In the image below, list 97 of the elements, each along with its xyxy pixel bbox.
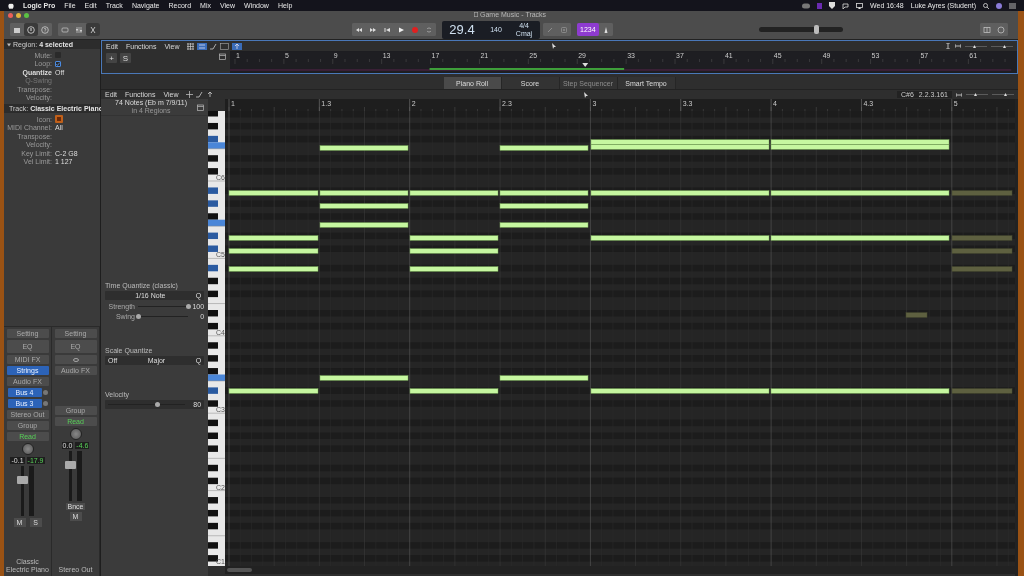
midi-note[interactable] — [770, 388, 950, 394]
midi-note[interactable] — [499, 190, 589, 196]
pointer-tool-icon[interactable] — [552, 43, 557, 49]
cycle-icon — [425, 25, 433, 34]
link-icon — [72, 357, 79, 362]
toolbar-icon — [61, 25, 69, 34]
link-button[interactable] — [54, 355, 97, 364]
midi-note[interactable] — [319, 190, 409, 196]
midi-note[interactable] — [319, 375, 409, 381]
fast-forward-icon — [369, 25, 377, 34]
master-volume-slider[interactable] — [758, 27, 843, 32]
midi-note[interactable] — [319, 203, 409, 209]
scissors-button[interactable] — [86, 23, 100, 36]
browser-icon — [997, 25, 1005, 34]
zoom-horizontal-icon[interactable] — [956, 91, 962, 98]
slider-thumb[interactable] — [813, 25, 819, 34]
record-icon — [411, 25, 419, 34]
chat-bubble-icon[interactable] — [842, 2, 849, 9]
midi-note[interactable] — [499, 145, 589, 151]
midi-note[interactable] — [319, 145, 409, 151]
midi-note[interactable] — [770, 139, 950, 145]
split-icon[interactable] — [186, 91, 194, 98]
midi-note[interactable] — [590, 144, 770, 150]
inspector-icon — [27, 25, 35, 34]
horizontal-zoom-slider-icon[interactable] — [992, 92, 1014, 97]
midi-note[interactable] — [228, 388, 319, 394]
piano-keyboard[interactable] — [208, 111, 226, 566]
help-icon — [41, 25, 49, 34]
midi-note[interactable] — [590, 388, 770, 394]
fader-thumb[interactable] — [17, 476, 28, 484]
document-icon — [474, 12, 478, 17]
midi-note[interactable] — [499, 222, 589, 228]
track-button[interactable]: S — [120, 53, 131, 63]
apple-icon[interactable] — [8, 2, 14, 9]
pointer-tool-icon[interactable] — [583, 91, 589, 98]
midi-note[interactable] — [228, 190, 319, 196]
midi-note[interactable] — [590, 139, 770, 145]
level-meter — [29, 466, 34, 516]
help-button[interactable] — [38, 23, 52, 36]
slider-thumb[interactable] — [136, 313, 141, 319]
search-icon[interactable] — [983, 2, 989, 9]
siri-icon[interactable] — [996, 2, 1002, 9]
midi-note[interactable] — [228, 266, 319, 272]
scissors-icon — [89, 25, 97, 34]
position-readout: 29.4 — [448, 22, 476, 37]
calendar-icon[interactable] — [218, 53, 226, 60]
checkmark-icon — [56, 61, 60, 66]
automation-icon[interactable] — [210, 42, 218, 50]
midi-note[interactable] — [770, 144, 950, 150]
midi-note[interactable] — [499, 203, 589, 209]
pan-knob[interactable] — [21, 443, 34, 455]
checkbox[interactable] — [55, 60, 61, 67]
midi-note[interactable] — [409, 235, 499, 241]
browser-button[interactable] — [994, 23, 1008, 36]
region-view-icon[interactable] — [197, 42, 208, 50]
vertical-zoom-slider-icon[interactable] — [965, 43, 987, 49]
level-meter — [77, 451, 82, 501]
go-to-start-icon — [383, 25, 391, 34]
zoom-button[interactable] — [24, 13, 29, 18]
midi-note[interactable] — [770, 190, 950, 196]
midi-note[interactable] — [409, 388, 499, 394]
display-icon[interactable] — [856, 2, 863, 9]
play-icon — [397, 25, 405, 34]
scrollbar-thumb[interactable] — [227, 568, 253, 572]
slider-thumb[interactable] — [186, 303, 192, 309]
midi-note[interactable] — [499, 375, 589, 381]
midi-note[interactable] — [409, 266, 499, 272]
zoom-vertical-icon[interactable] — [945, 43, 951, 49]
slider-thumb[interactable] — [154, 402, 160, 407]
midi-note[interactable] — [228, 235, 319, 241]
zoom-horizontal-icon[interactable] — [955, 43, 961, 49]
list-editors-icon — [983, 25, 991, 34]
midi-note[interactable] — [409, 190, 499, 196]
control-center-icon[interactable] — [1009, 2, 1016, 9]
list-editors-button[interactable] — [980, 23, 994, 36]
inspector-button[interactable] — [24, 23, 38, 36]
vertical-zoom-slider-icon[interactable] — [966, 92, 988, 97]
disclosure-triangle-icon[interactable] — [7, 42, 11, 47]
instrument-icon[interactable] — [55, 115, 63, 124]
library-icon — [13, 25, 21, 34]
rewind-icon — [355, 25, 363, 34]
horizontal-zoom-slider-icon[interactable] — [991, 43, 1013, 49]
grid-icon[interactable] — [187, 42, 195, 50]
midi-note[interactable] — [409, 248, 499, 254]
automation-icon[interactable] — [196, 91, 204, 98]
midi-note[interactable] — [770, 235, 950, 241]
pan-knob[interactable] — [69, 428, 82, 440]
fader-thumb[interactable] — [65, 461, 76, 469]
calendar-icon[interactable] — [197, 103, 205, 111]
track-button[interactable]: + — [106, 53, 117, 63]
midi-note[interactable] — [228, 248, 319, 254]
minimize-button[interactable] — [16, 13, 21, 18]
midi-note[interactable] — [319, 222, 409, 228]
midi-note[interactable] — [590, 190, 770, 196]
mixer-icon — [75, 25, 83, 34]
shield-icon[interactable] — [829, 2, 835, 9]
midi-note[interactable] — [590, 235, 770, 241]
